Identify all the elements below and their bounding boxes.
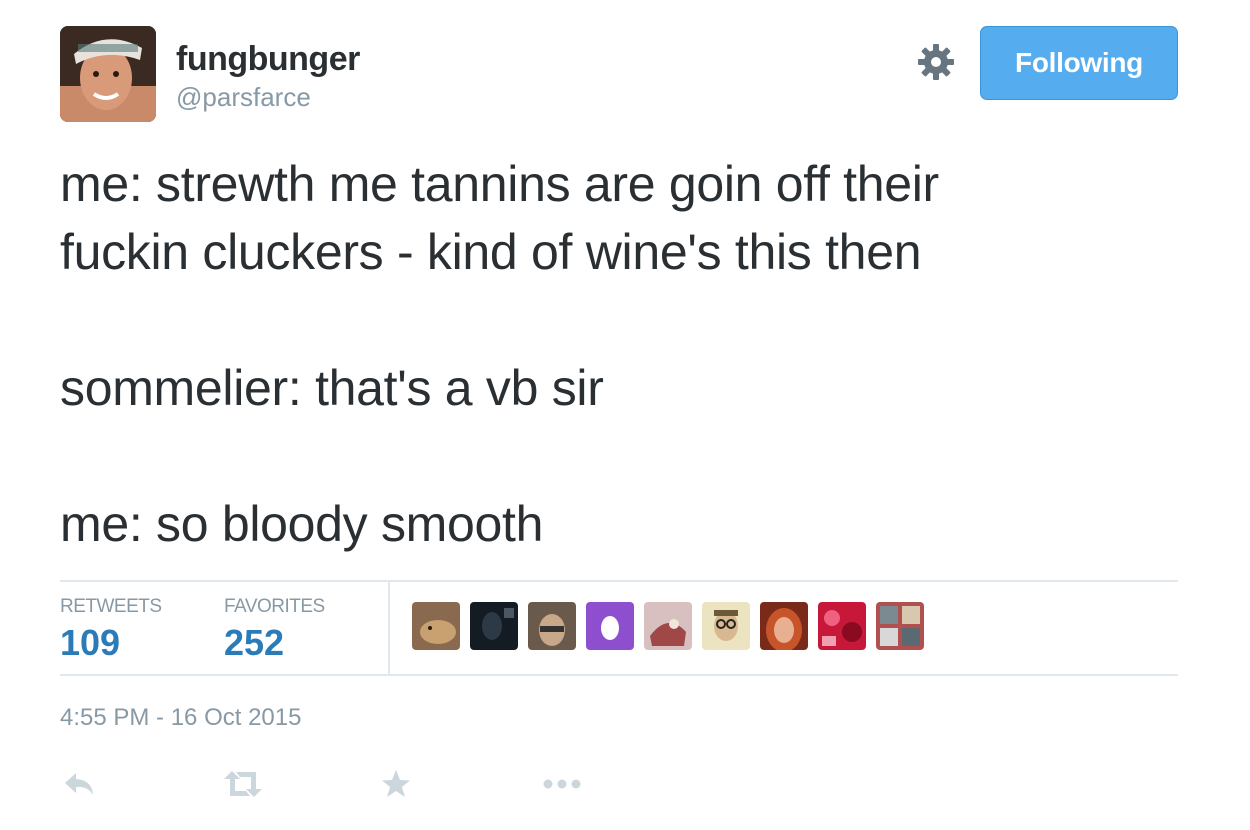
tweet-line: sommelier: that's a vb sir (60, 360, 604, 416)
favorites-stat[interactable]: FAVORITES 252 (224, 596, 325, 664)
favoriter-avatars (412, 602, 924, 652)
stats-vertical-divider (388, 582, 390, 674)
favoriter-avatar[interactable] (702, 602, 750, 650)
retweets-label: RETWEETS (60, 596, 162, 617)
gear-icon[interactable] (916, 42, 956, 82)
star-icon[interactable] (380, 764, 412, 804)
egg-avatar[interactable] (586, 602, 634, 650)
stats-divider-bottom (60, 674, 1178, 676)
author-screen-name[interactable]: @parsfarce (176, 82, 311, 113)
retweets-count: 109 (60, 622, 121, 663)
favoriter-avatar[interactable] (760, 602, 808, 650)
favoriter-avatar[interactable] (470, 602, 518, 650)
favoriter-avatar[interactable] (412, 602, 460, 650)
favorites-label: FAVORITES (224, 596, 325, 617)
author-fullname[interactable]: fungbunger (176, 40, 360, 79)
reply-icon[interactable] (62, 764, 96, 804)
tweet-timestamp[interactable]: 4:55 PM - 16 Oct 2015 (60, 704, 301, 732)
retweet-icon[interactable] (222, 764, 264, 804)
tweet-line: fuckin cluckers - kind of wine's this th… (60, 224, 922, 280)
following-button[interactable]: Following (980, 26, 1178, 100)
retweets-stat[interactable]: RETWEETS 109 (60, 596, 162, 664)
tweet-line: me: so bloody smooth (60, 496, 544, 552)
stats-divider-top (60, 580, 1178, 582)
author-avatar[interactable] (60, 26, 156, 122)
favorites-count: 252 (224, 622, 285, 663)
tweet-card: fungbunger @parsfarce Following me: stre… (0, 0, 1250, 830)
more-icon[interactable] (542, 764, 582, 804)
favoriter-avatar[interactable] (528, 602, 576, 650)
tweet-line: me: strewth me tannins are goin off thei… (60, 156, 939, 212)
favoriter-avatar[interactable] (818, 602, 866, 650)
tweet-text: me: strewth me tannins are goin off thei… (60, 150, 1180, 558)
favoriter-avatar[interactable] (644, 602, 692, 650)
favoriter-avatar[interactable] (876, 602, 924, 650)
